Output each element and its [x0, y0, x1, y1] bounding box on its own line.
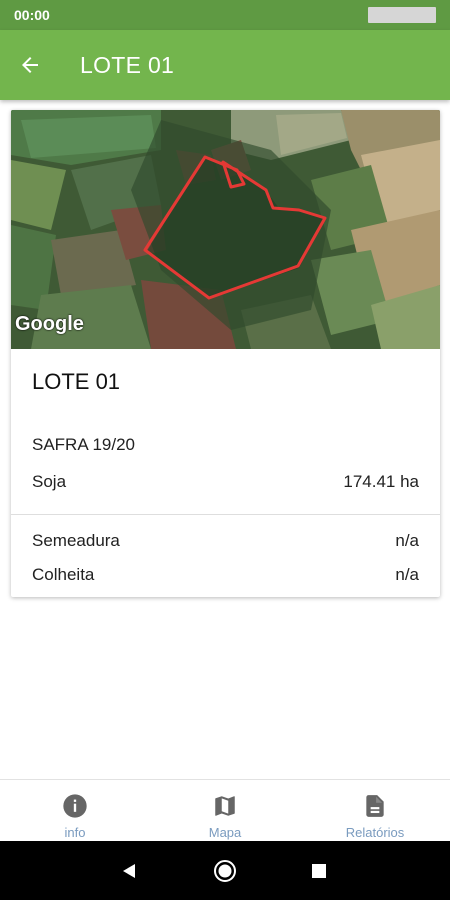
app-bar: LOTE 01	[0, 30, 450, 100]
system-back-icon[interactable]	[118, 859, 142, 883]
system-home-icon[interactable]	[213, 859, 237, 883]
arrow-back-icon	[22, 57, 38, 73]
satellite-map[interactable]: Google	[11, 110, 440, 349]
info-icon	[61, 792, 89, 820]
status-time: 00:00	[14, 7, 50, 23]
bottom-navigation: info Mapa Relatórios	[0, 779, 450, 841]
sowing-label: Semeadura	[32, 531, 120, 550]
nav-label-reports: Relatórios	[345, 825, 405, 840]
battery-icon	[368, 7, 436, 23]
back-button[interactable]	[14, 49, 46, 81]
report-icon	[361, 792, 389, 820]
google-attribution: Google	[15, 313, 84, 335]
nav-item-info[interactable]: info	[0, 780, 150, 842]
crop-label: Soja	[32, 472, 67, 491]
harvest-value: n/a	[395, 565, 419, 584]
nav-item-map[interactable]: Mapa	[150, 780, 300, 842]
harvest-label: Colheita	[32, 565, 95, 584]
system-navigation-bar	[0, 841, 450, 900]
nav-label-info: info	[64, 825, 86, 840]
divider	[11, 514, 440, 515]
page-title: LOTE 01	[80, 52, 175, 78]
field-title: LOTE 01	[32, 369, 121, 394]
status-bar: 00:00	[0, 0, 450, 30]
field-card: Google LOTE 01 SAFRA 19/20 Soja 174.41 h…	[11, 110, 440, 597]
map-icon	[211, 792, 239, 820]
nav-item-reports[interactable]: Relatórios	[300, 780, 450, 842]
system-recents-icon[interactable]	[307, 859, 331, 883]
season-label: SAFRA 19/20	[32, 435, 136, 454]
crop-area-value: 174.41 ha	[343, 472, 419, 491]
nav-label-map: Mapa	[208, 825, 242, 840]
sowing-value: n/a	[395, 531, 419, 550]
